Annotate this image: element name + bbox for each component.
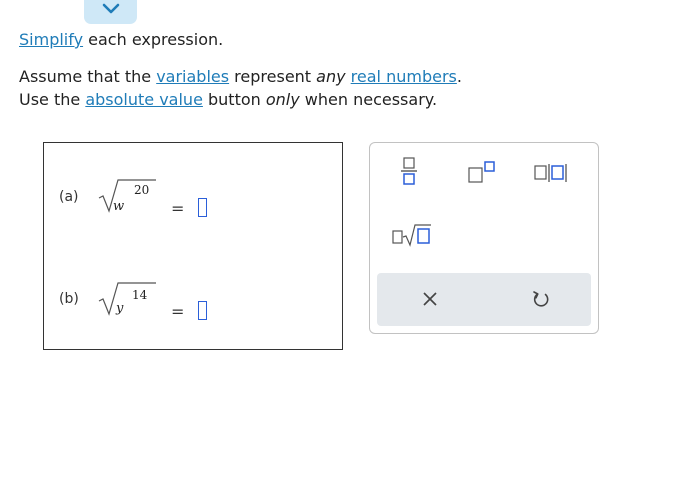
nth-root-icon xyxy=(392,224,431,247)
fraction-button[interactable] xyxy=(398,156,420,186)
fraction-icon xyxy=(401,157,417,185)
root-radicand-variable-a: w xyxy=(113,199,125,214)
absolute-value-icon xyxy=(534,164,567,182)
toolbar-actions-bar xyxy=(377,273,591,326)
instruction-text: button xyxy=(202,90,266,109)
instruction-line-2: Assume that the variables represent any … xyxy=(19,67,462,86)
clear-button[interactable] xyxy=(421,290,439,308)
equals-sign-b: = xyxy=(171,302,185,321)
instruction-text: when necessary. xyxy=(299,90,438,109)
root-radicand-exponent-a: 20 xyxy=(134,183,150,197)
instruction-line-3: Use the absolute value button only when … xyxy=(19,90,437,109)
instruction-text: . xyxy=(456,67,462,86)
variables-link[interactable]: variables xyxy=(156,67,229,86)
instruction-text: each expression. xyxy=(83,30,224,49)
math-toolbar xyxy=(369,142,599,334)
absolute-value-link[interactable]: absolute value xyxy=(85,90,203,109)
superscript-button[interactable] xyxy=(467,159,497,185)
undo-icon xyxy=(533,291,549,307)
clear-icon xyxy=(423,292,437,306)
emphasis-text: only xyxy=(265,90,300,109)
chevron-down-icon xyxy=(102,3,119,14)
root-radicand-variable-b: y xyxy=(116,301,124,316)
problem-label-a: (a) xyxy=(59,189,79,205)
nth-root-button[interactable] xyxy=(391,223,435,247)
instruction-text: Assume that the xyxy=(19,67,157,86)
real-numbers-link[interactable]: real numbers xyxy=(351,67,457,86)
emphasis-text: any xyxy=(316,67,346,86)
problem-label-b: (b) xyxy=(59,291,79,307)
simplify-link[interactable]: Simplify xyxy=(19,30,83,49)
problem-panel: (a) 20 w = (b) 14 y = xyxy=(43,142,343,350)
superscript-icon xyxy=(468,161,495,183)
root-radicand-exponent-b: 14 xyxy=(132,288,148,302)
undo-button[interactable] xyxy=(531,289,551,309)
absolute-value-button[interactable] xyxy=(533,162,573,184)
radical-sign-b xyxy=(98,282,156,316)
answer-input-b[interactable] xyxy=(198,301,207,320)
instruction-line-1: Simplify each expression. xyxy=(19,30,223,49)
collapse-toggle-button[interactable] xyxy=(84,0,137,24)
equals-sign-a: = xyxy=(171,199,185,218)
instruction-text: represent xyxy=(229,67,317,86)
answer-input-a[interactable] xyxy=(198,198,207,217)
instruction-text: Use the xyxy=(19,90,86,109)
